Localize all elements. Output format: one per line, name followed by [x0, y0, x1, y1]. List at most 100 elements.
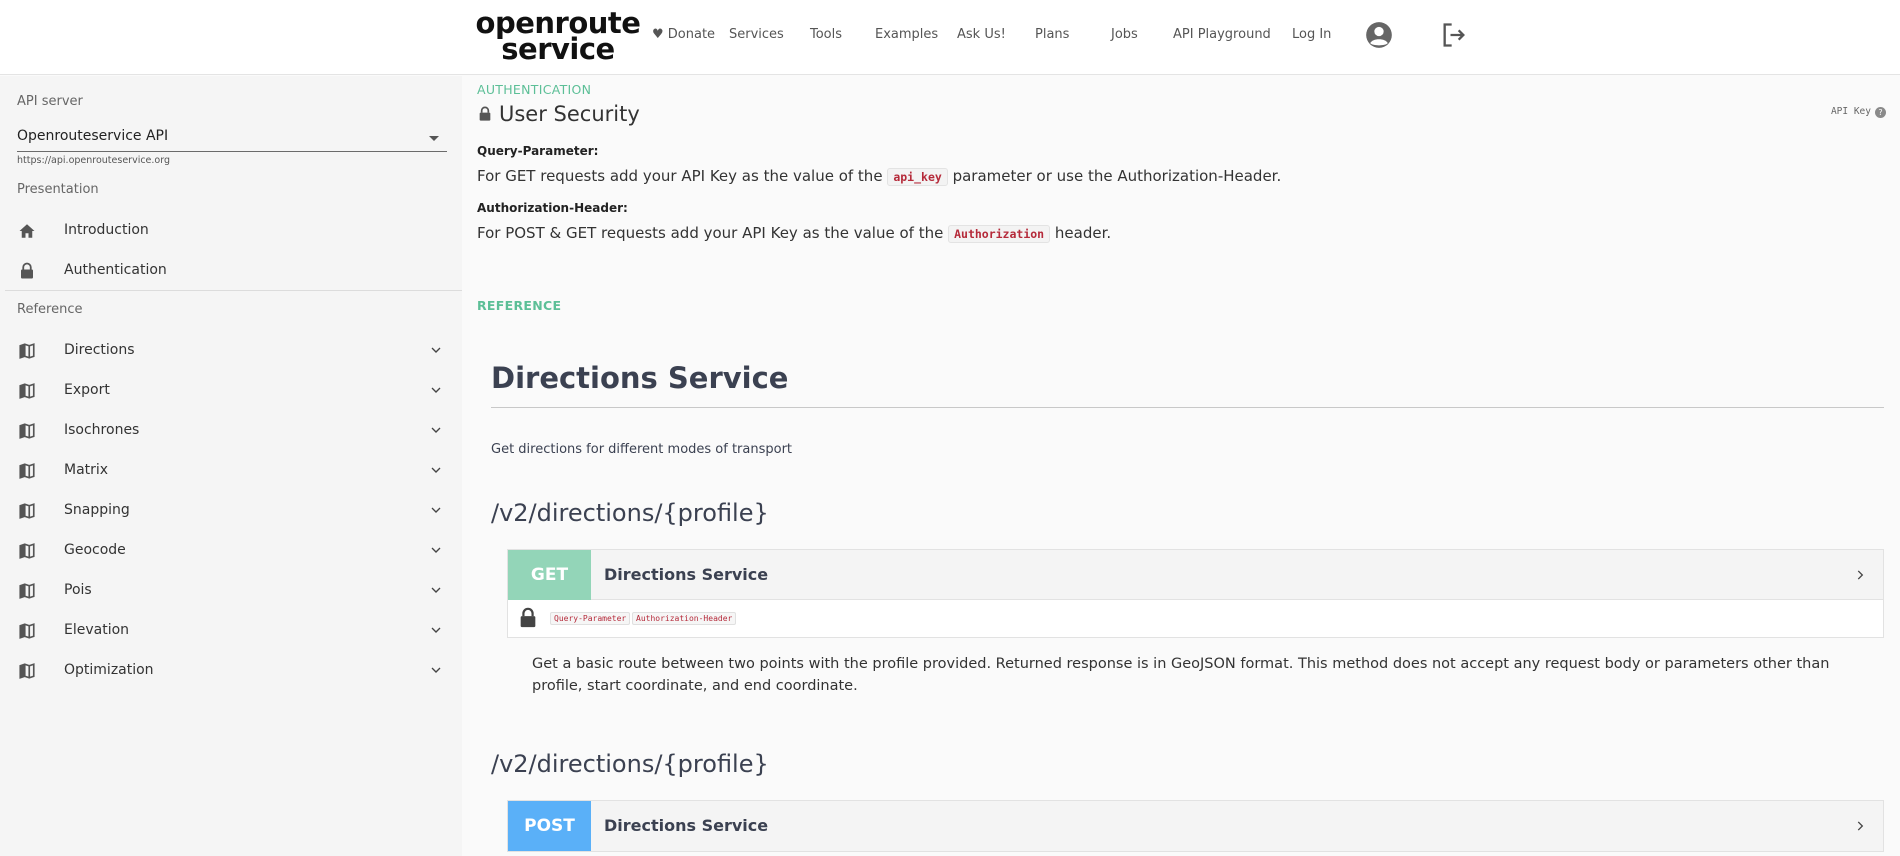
title-divider — [491, 407, 1884, 408]
sidebar-item-isochrones[interactable]: Isochrones — [0, 410, 462, 450]
api-key-label: API Key — [1830, 106, 1871, 117]
operation-description: Get a basic route between two points wit… — [532, 656, 1830, 694]
authorization-header-heading: Authorization-Header: — [477, 201, 628, 215]
query-parameter-text-end: parameter or use the Authorization-Heade… — [952, 167, 1282, 185]
sidebar-item-label: Geocode — [64, 542, 126, 558]
api-server-value: Openrouteservice API — [17, 128, 169, 144]
sidebar-item-export[interactable]: Export — [0, 370, 462, 410]
chevron-down-icon — [431, 467, 441, 473]
nav-examples-link[interactable]: Examples — [875, 27, 938, 42]
map-icon — [19, 463, 35, 479]
chevron-down-icon — [431, 347, 441, 353]
security-tag-authorization-header: Authorization-Header — [632, 612, 737, 625]
api-key-code: api_key — [887, 168, 948, 186]
chevron-down-icon — [431, 547, 441, 553]
sidebar-item-label: Optimization — [64, 662, 154, 678]
sidebar-item-geocode[interactable]: Geocode — [0, 530, 462, 570]
sidebar-item-label: Directions — [64, 342, 135, 358]
operation-summary: Directions Service — [604, 816, 769, 835]
sidebar-item-label: Pois — [64, 582, 92, 598]
server-url: https://api.openrouteservice.org — [17, 155, 171, 166]
nav-jobs-link[interactable]: Jobs — [1111, 27, 1138, 42]
sidebar-item-label: Matrix — [64, 462, 109, 478]
lock-icon — [479, 106, 491, 121]
nav-services-link[interactable]: Services — [729, 27, 784, 42]
sidebar-item-label: Introduction — [64, 222, 149, 238]
map-icon — [19, 583, 35, 599]
nav-login-link[interactable]: Log In — [1292, 27, 1331, 42]
map-icon — [19, 343, 35, 359]
sidebar-item-label: Export — [64, 382, 110, 398]
get-directions-operation[interactable]: GET Directions Service — [507, 549, 1884, 600]
lock-icon[interactable] — [517, 605, 539, 631]
chevron-down-icon — [431, 627, 441, 633]
authorization-header-text-end: header. — [1054, 224, 1112, 242]
map-icon — [19, 543, 35, 559]
authorization-code: Authorization — [948, 225, 1051, 243]
sidebar-item-directions[interactable]: Directions — [0, 330, 462, 370]
sidebar-item-elevation[interactable]: Elevation — [0, 610, 462, 650]
help-icon[interactable]: ? — [1875, 107, 1886, 118]
method-badge-get: GET — [508, 550, 591, 600]
map-icon — [19, 423, 35, 439]
chevron-right-icon[interactable] — [1853, 568, 1867, 582]
directions-service-description: Get directions for different modes of tr… — [491, 442, 793, 457]
lock-icon — [21, 262, 33, 279]
query-parameter-text: For GET requests add your API Key as the… — [477, 167, 1282, 186]
chevron-down-icon — [431, 667, 441, 673]
endpoint-path: /v2/directions/{profile} — [491, 499, 769, 527]
dropdown-caret-icon — [429, 136, 439, 141]
sidebar-item-pois[interactable]: Pois — [0, 570, 462, 610]
map-icon — [19, 623, 35, 639]
user-security-title: User Security — [499, 102, 640, 126]
security-tag-query-parameter: Query-Parameter — [550, 612, 631, 625]
query-parameter-heading: Query-Parameter: — [477, 144, 599, 158]
chevron-down-icon — [431, 427, 441, 433]
method-badge-post: POST — [508, 801, 591, 851]
sidebar-item-label: Snapping — [64, 502, 130, 518]
authorization-header-text-start: For POST & GET requests add your API Key… — [477, 224, 944, 242]
sidebar-item-label: Authentication — [64, 262, 167, 278]
user-security-heading: User Security — [477, 102, 640, 126]
sidebar-item-label: Isochrones — [64, 422, 140, 438]
sidebar-item-label: Elevation — [64, 622, 130, 638]
logout-icon[interactable] — [1440, 21, 1468, 49]
endpoint-path: /v2/directions/{profile} — [491, 750, 769, 778]
sidebar-item-introduction[interactable]: Introduction — [0, 210, 462, 250]
chevron-down-icon — [431, 587, 441, 593]
presentation-label: Presentation — [17, 182, 99, 197]
nav-donate-link[interactable]: ♥ Donate — [652, 27, 715, 42]
sidebar-item-authentication[interactable]: Authentication — [0, 250, 462, 290]
sidebar: API server Openrouteservice API https://… — [0, 76, 462, 856]
sidebar-item-matrix[interactable]: Matrix — [0, 450, 462, 490]
nav-ask-us-link[interactable]: Ask Us! — [957, 27, 1006, 42]
nav-tools-link[interactable]: Tools — [810, 27, 842, 42]
operation-summary: Directions Service — [604, 565, 769, 584]
api-server-label: API server — [17, 94, 83, 109]
chevron-right-icon[interactable] — [1853, 819, 1867, 833]
directions-service-title: Directions Service — [491, 361, 789, 395]
api-server-select[interactable]: Openrouteservice API — [17, 128, 447, 152]
top-nav-bar: openroute service ♥ Donate Services Tool… — [0, 0, 1900, 75]
reference-label: Reference — [17, 302, 83, 317]
sidebar-item-snapping[interactable]: Snapping — [0, 490, 462, 530]
account-circle-icon[interactable] — [1365, 21, 1393, 49]
openrouteservice-logo[interactable]: openroute service — [475, 9, 641, 64]
post-directions-operation[interactable]: POST Directions Service — [507, 800, 1884, 852]
map-icon — [19, 383, 35, 399]
chevron-down-icon — [431, 507, 441, 513]
map-icon — [19, 663, 35, 679]
sidebar-item-optimization[interactable]: Optimization — [0, 650, 462, 690]
authentication-section-tag: AUTHENTICATION — [477, 82, 592, 97]
home-icon — [19, 224, 35, 238]
nav-plans-link[interactable]: Plans — [1035, 27, 1069, 42]
main-content: AUTHENTICATION User Security API Key? Qu… — [462, 76, 1900, 856]
authorization-header-text: For POST & GET requests add your API Key… — [477, 224, 1112, 243]
chevron-down-icon — [431, 387, 441, 393]
reference-section-tag: REFERENCE — [477, 298, 562, 313]
nav-api-playground-link[interactable]: API Playground — [1173, 27, 1271, 42]
api-key-scheme: API Key? — [1831, 106, 1886, 118]
operation-security-row: Query-Parameter Authorization-Header — [507, 600, 1884, 638]
query-parameter-text-start: For GET requests add your API Key as the… — [477, 167, 883, 185]
map-icon — [19, 503, 35, 519]
